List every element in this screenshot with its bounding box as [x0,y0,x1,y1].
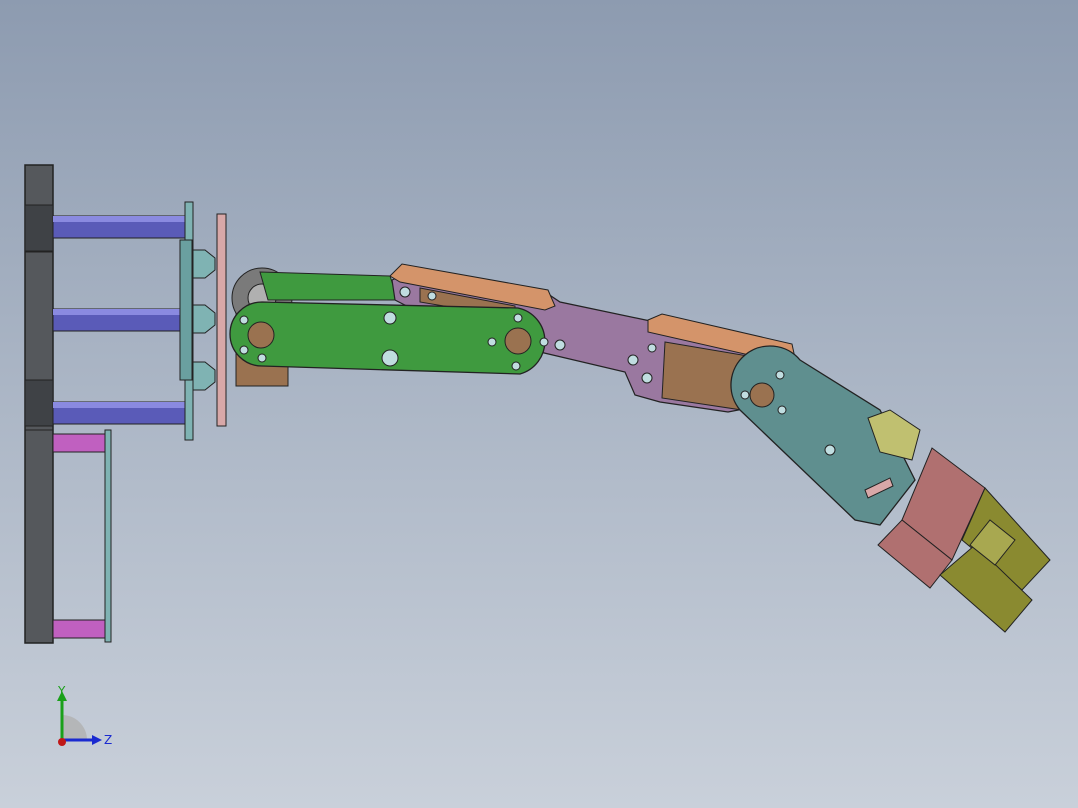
z-axis-arrow [92,735,102,745]
hole [777,405,787,415]
coordinate-triad: Y Z [57,685,112,747]
standoff-highlight [53,402,187,408]
hole [513,313,523,323]
rivet [399,286,411,298]
rivet [627,354,639,366]
hole [539,337,549,347]
bolt-head-3 [192,361,216,391]
robot-arm-model[interactable] [0,0,1078,808]
hole [740,390,750,400]
hole [511,361,521,371]
plate-spacer [179,239,193,381]
upper-link-back[interactable] [259,271,399,301]
rivet [427,291,437,301]
triad-plane [62,715,87,740]
frame-block-top[interactable] [24,204,54,252]
mount-plate-pink[interactable] [216,213,227,427]
y-axis-label: Y [57,685,66,698]
x-axis-origin [58,738,66,746]
cad-viewport[interactable]: Y Z [0,0,1078,808]
rivet [554,339,566,351]
joint-shoulder[interactable] [247,321,275,349]
hole [383,311,397,325]
nut [381,349,399,367]
rivet [641,372,653,384]
standoff-pink-1[interactable] [52,433,108,453]
joint-elbow[interactable] [504,327,532,355]
hole [239,315,249,325]
standoff-highlight [53,309,187,315]
hole [824,444,836,456]
hole [257,353,267,363]
z-axis-label: Z [104,733,112,747]
hole [239,345,249,355]
standoff-highlight [53,216,187,222]
standoff-pink-2[interactable] [52,619,108,639]
bolt-head-2 [192,304,216,334]
frame-block-mid[interactable] [24,379,54,427]
wrist-link[interactable] [730,345,921,526]
joint-wrist[interactable] [749,382,775,408]
hole [487,337,497,347]
bolt-head-1 [192,249,216,279]
rivet [647,343,657,353]
base-frame[interactable] [24,164,227,644]
upper-link-front[interactable] [229,301,549,375]
hole [775,370,785,380]
lower-plate[interactable] [104,429,112,643]
